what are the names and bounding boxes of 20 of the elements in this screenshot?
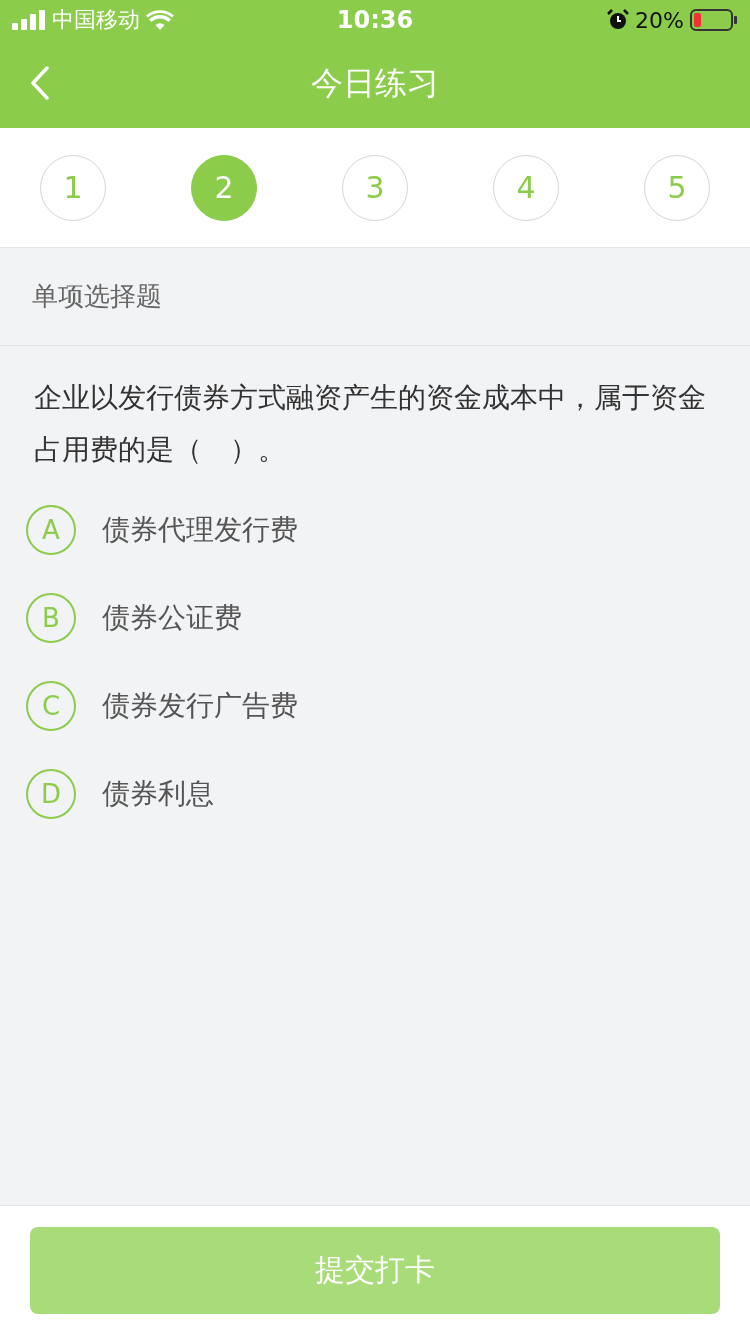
question-number-tab[interactable]: 2 [191,154,257,221]
alarm-clock-icon [607,9,630,31]
option-text[interactable]: 债券公证费 [102,599,242,637]
question-type: 单项选择题 [32,280,162,313]
option-text[interactable]: 债券利息 [102,775,214,813]
carrier-name: 中国移动 [52,6,140,34]
option-letter[interactable]: B [26,593,76,643]
question-text: 企业以发行债券方式融资产生的资金成本中，属于资金占用费的是（ ）。 [33,380,707,468]
page-title: 今日练习 [311,63,439,104]
back-icon[interactable] [30,66,50,100]
option-text[interactable]: 债券代理发行费 [102,511,298,549]
clock-time: 10:36 [336,6,414,34]
option-text[interactable]: 债券发行广告费 [102,687,298,725]
battery-icon [690,8,738,32]
wifi-icon [146,10,174,30]
option-letter[interactable]: C [26,681,76,731]
battery-percent: 20% [635,7,684,33]
signal-icon [12,10,46,30]
option-letter[interactable]: D [26,769,76,819]
option-letter[interactable]: A [26,505,76,555]
